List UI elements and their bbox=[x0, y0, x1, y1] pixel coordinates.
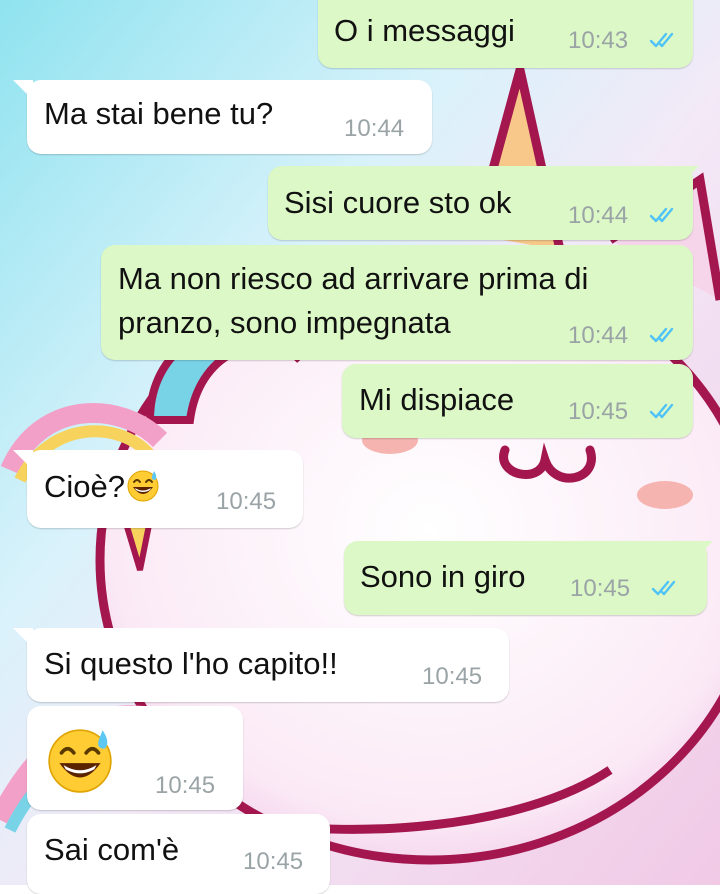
message-text: Mi dispiace bbox=[359, 382, 515, 417]
grinning-sweat-emoji bbox=[127, 470, 159, 502]
read-ticks-icon bbox=[649, 207, 674, 223]
message-text: Ma stai bene tu? bbox=[44, 96, 274, 131]
message-text: pranzo, sono impegnata bbox=[118, 305, 451, 340]
message-timestamp: 10:45 bbox=[243, 848, 304, 875]
bubble-tail bbox=[679, 166, 699, 186]
message-bubble-outgoing[interactable]: Ma non riesco ad arrivare prima di pranz… bbox=[101, 245, 693, 360]
read-ticks-icon bbox=[649, 327, 674, 343]
message-timestamp: 10:44 bbox=[568, 322, 629, 349]
message-text: Cioè? bbox=[44, 464, 161, 510]
message-bubble-incoming[interactable]: 10:45 bbox=[27, 706, 243, 810]
message-text: O i messaggi bbox=[334, 13, 515, 48]
message-timestamp: 10:45 bbox=[570, 575, 631, 602]
message-bubble-incoming[interactable]: Cioè? 10:45 bbox=[13, 450, 303, 528]
read-ticks-icon bbox=[651, 580, 676, 596]
message-bubble-incoming[interactable]: Sai com'è 10:45 bbox=[27, 814, 330, 894]
message-bubble-incoming[interactable]: Si questo l'ho capito!! 10:45 bbox=[13, 628, 509, 702]
message-text: Ma non riesco ad arrivare prima di bbox=[118, 261, 589, 296]
message-text: Sai com'è bbox=[44, 832, 180, 867]
message-bubble-outgoing[interactable]: Mi dispiace 10:45 bbox=[342, 364, 693, 438]
message-text: Si questo l'ho capito!! bbox=[44, 646, 338, 681]
message-bubble-incoming[interactable]: Ma stai bene tu? 10:44 bbox=[13, 80, 432, 154]
message-timestamp: 10:43 bbox=[568, 27, 629, 54]
grinning-sweat-emoji bbox=[48, 729, 112, 793]
message-timestamp: 10:44 bbox=[344, 115, 405, 142]
bubble-tail bbox=[693, 541, 713, 561]
message-text-content: Cioè? bbox=[44, 469, 125, 504]
read-ticks-icon bbox=[649, 32, 674, 48]
message-text: Sisi cuore sto ok bbox=[284, 185, 512, 220]
chat-message-list[interactable]: O i messaggi 10:43 Ma stai bene tu? 10:4… bbox=[0, 0, 720, 894]
message-bubble-outgoing[interactable]: Sisi cuore sto ok 10:44 bbox=[268, 166, 699, 240]
message-bubble-outgoing[interactable]: Sono in giro 10:45 bbox=[344, 541, 713, 615]
message-text: Sono in giro bbox=[360, 559, 526, 594]
bubble-tail bbox=[13, 628, 33, 648]
bubble-tail bbox=[13, 80, 33, 100]
message-timestamp: 10:45 bbox=[422, 663, 483, 690]
read-ticks-icon bbox=[649, 403, 674, 419]
bubble-tail bbox=[13, 450, 33, 470]
message-timestamp: 10:45 bbox=[155, 772, 216, 799]
message-timestamp: 10:45 bbox=[568, 398, 629, 425]
message-timestamp: 10:44 bbox=[568, 202, 629, 229]
message-timestamp: 10:45 bbox=[216, 488, 277, 515]
message-bubble-outgoing[interactable]: O i messaggi 10:43 bbox=[318, 0, 693, 68]
